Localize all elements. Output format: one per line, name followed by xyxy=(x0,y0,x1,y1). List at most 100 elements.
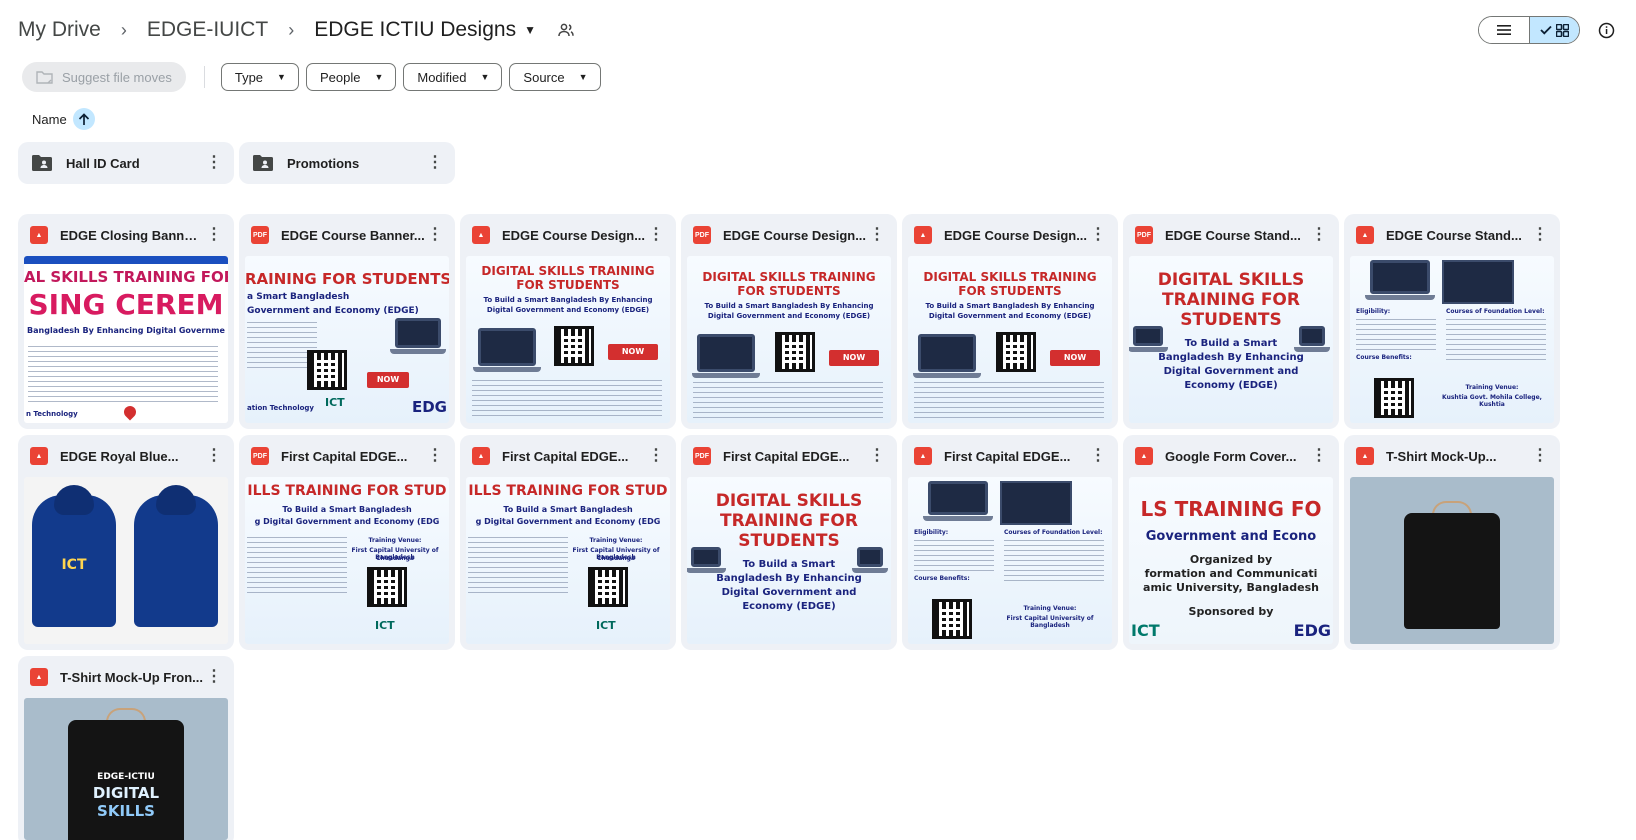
current-folder-name: EDGE ICTIU Designs xyxy=(314,18,517,41)
file-card[interactable]: ▲ T-Shirt Mock-Up Fron... ⋮ EDGE-ICTIU DIG… xyxy=(18,656,234,840)
file-card[interactable]: ▲ EDGE Course Design... ⋮ DIGITAL SKILLS T… xyxy=(902,214,1118,429)
image-file-icon: ▲ xyxy=(30,447,48,465)
suggest-label: Suggest file moves xyxy=(62,69,172,85)
more-vert-icon[interactable]: ⋮ xyxy=(1530,446,1550,466)
file-name: Google Form Cover... xyxy=(1165,448,1297,464)
file-name: EDGE Course Design... xyxy=(944,227,1088,243)
file-name: First Capital EDGE... xyxy=(281,448,408,464)
pdf-file-icon: PDF xyxy=(251,226,269,244)
thumb-text: NOW xyxy=(367,372,409,388)
breadcrumb: My Drive › EDGE-IUICT › EDGE ICTIU Desig… xyxy=(18,14,576,46)
thumb-text: g Digital Government and Economy (EDG xyxy=(475,517,661,526)
more-vert-icon[interactable]: ⋮ xyxy=(1530,225,1550,245)
thumb-text: DIGITAL SKILLS xyxy=(715,491,863,511)
thumb-text: TRAINING FOR xyxy=(1162,290,1300,310)
thumb-text: NOW xyxy=(608,344,658,360)
thumb-text: ICT xyxy=(61,557,87,573)
arrow-up-icon[interactable] xyxy=(72,108,95,130)
thumb-text: First Capital University of Bangladesh xyxy=(1006,615,1094,629)
list-view-button[interactable] xyxy=(1479,17,1529,43)
more-vert-icon[interactable]: ⋮ xyxy=(425,153,445,173)
view-controls xyxy=(1478,16,1618,44)
folder-item[interactable]: Hall ID Card ⋮ xyxy=(18,142,234,184)
file-card[interactable]: PDF EDGE Course Design... ⋮ DIGITAL SKILLS… xyxy=(681,214,897,429)
thumb-text: Course Benefits: xyxy=(914,575,970,582)
more-vert-icon[interactable]: ⋮ xyxy=(204,446,224,466)
thumb-text: To Build a Smart Bangladesh By Enhancing xyxy=(483,296,653,304)
thumb-text: Digital Government and xyxy=(721,587,857,598)
shared-folder-icon xyxy=(253,155,273,171)
more-vert-icon[interactable]: ⋮ xyxy=(425,225,445,245)
info-icon[interactable] xyxy=(1594,18,1618,42)
file-thumbnail: DIGITAL SKILLS TRAINING FOR STUDENTS To … xyxy=(1129,256,1333,423)
filter-source-chip[interactable]: Source ▼ xyxy=(509,63,601,91)
folder-item[interactable]: Promotions ⋮ xyxy=(239,142,455,184)
more-vert-icon[interactable]: ⋮ xyxy=(204,667,224,687)
more-vert-icon[interactable]: ⋮ xyxy=(867,446,887,466)
thumb-text: Digital Government and Economy (EDGE) xyxy=(486,306,650,314)
file-name: EDGE Course Banner... xyxy=(281,227,425,243)
breadcrumb-edge-iuict[interactable]: EDGE-IUICT xyxy=(147,14,268,46)
more-vert-icon[interactable]: ⋮ xyxy=(867,225,887,245)
filter-people-chip[interactable]: People ▼ xyxy=(305,63,397,91)
suggest-file-moves-button[interactable]: Suggest file moves xyxy=(22,62,186,92)
more-vert-icon[interactable]: ⋮ xyxy=(204,225,224,245)
file-thumbnail: DIGITAL SKILLS TRAINING FOR STUDENTS To … xyxy=(466,256,670,423)
thumb-text: ILLS TRAINING FOR STUD xyxy=(468,483,668,499)
thumb-text: Training Venue: xyxy=(368,537,422,544)
chip-label: Type xyxy=(234,69,264,85)
file-card[interactable]: ▲ EDGE Royal Blue... ⋮ ICT xyxy=(18,435,234,650)
caret-down-icon: ▼ xyxy=(524,23,536,37)
file-name: EDGE Royal Blue... xyxy=(60,448,179,464)
file-name: EDGE Closing Banner... xyxy=(60,227,204,243)
file-card[interactable]: PDF First Capital EDGE... ⋮ ILLS TRAINING … xyxy=(239,435,455,650)
thumb-text: a Smart Bangladesh xyxy=(247,292,350,302)
more-vert-icon[interactable]: ⋮ xyxy=(1309,225,1329,245)
file-name: First Capital EDGE... xyxy=(944,448,1071,464)
file-card[interactable]: ▲ Google Form Cover... ⋮ LS TRAINING FO Go… xyxy=(1123,435,1339,650)
file-card[interactable]: ▲ First Capital EDGE... ⋮ Eligibility: Cou… xyxy=(902,435,1118,650)
thumb-text: Sponsored by xyxy=(1188,605,1274,618)
header: My Drive › EDGE-IUICT › EDGE ICTIU Desig… xyxy=(18,10,1618,50)
thumb-text: Digital Government and xyxy=(1163,366,1299,377)
file-card[interactable]: PDF First Capital EDGE... ⋮ DIGITAL SKILLS… xyxy=(681,435,897,650)
more-vert-icon[interactable]: ⋮ xyxy=(1309,446,1329,466)
thumb-text: Training Venue: xyxy=(1023,605,1077,612)
thumb-text: Courses of Foundation Level: xyxy=(1004,529,1103,536)
chip-label: People xyxy=(319,69,361,85)
file-card[interactable]: PDF EDGE Course Stand... ⋮ DIGITAL SKILLS … xyxy=(1123,214,1339,429)
thumb-text: NOW xyxy=(1050,350,1100,366)
file-card[interactable]: ▲ First Capital EDGE... ⋮ ILLS TRAINING FO… xyxy=(460,435,676,650)
people-icon[interactable] xyxy=(556,20,576,40)
check-icon xyxy=(1540,25,1552,35)
breadcrumb-current-folder[interactable]: EDGE ICTIU Designs ▼ xyxy=(314,14,536,46)
thumb-text: Bangladesh By Enhancing Digital Governme xyxy=(27,326,225,335)
chevron-right-icon: › xyxy=(288,19,295,40)
grid-view-button[interactable] xyxy=(1529,17,1579,43)
file-thumbnail: ILLS TRAINING FOR STUD To Build a Smart … xyxy=(245,477,449,644)
file-name: EDGE Course Design... xyxy=(502,227,646,243)
file-card[interactable]: PDF EDGE Course Banner... ⋮ RAINING FOR ST… xyxy=(239,214,455,429)
file-card[interactable]: ▲ EDGE Course Stand... ⋮ Eligibility: Cour… xyxy=(1344,214,1560,429)
breadcrumb-my-drive[interactable]: My Drive xyxy=(18,14,101,46)
thumb-text: SING CEREM xyxy=(28,288,224,321)
filter-modified-chip[interactable]: Modified ▼ xyxy=(403,63,503,91)
thumb-text: Economy (EDGE) xyxy=(742,601,836,612)
thumb-text: DIGITAL xyxy=(92,784,160,802)
more-vert-icon[interactable]: ⋮ xyxy=(204,153,224,173)
more-vert-icon[interactable]: ⋮ xyxy=(1088,225,1108,245)
file-card[interactable]: ▲ T-Shirt Mock-Up... ⋮ xyxy=(1344,435,1560,650)
thumb-text: Digital Government and Economy (EDGE) xyxy=(707,312,871,320)
sort-by-name[interactable]: Name xyxy=(32,108,95,130)
more-vert-icon[interactable]: ⋮ xyxy=(425,446,445,466)
file-card[interactable]: ▲ EDGE Closing Banner... ⋮ AL SKILLS TRAIN… xyxy=(18,214,234,429)
more-vert-icon[interactable]: ⋮ xyxy=(646,446,666,466)
thumb-text: DIGITAL SKILLS TRAINING xyxy=(702,270,876,284)
file-card[interactable]: ▲ EDGE Course Design... ⋮ DIGITAL SKILLS T… xyxy=(460,214,676,429)
thumb-text: Bangladesh By Enhancing xyxy=(1158,352,1304,363)
thumb-text: EDG xyxy=(1293,621,1331,640)
filter-type-chip[interactable]: Type ▼ xyxy=(220,63,299,91)
more-vert-icon[interactable]: ⋮ xyxy=(646,225,666,245)
more-vert-icon[interactable]: ⋮ xyxy=(1088,446,1108,466)
thumb-text: AL SKILLS TRAINING FOR STU xyxy=(24,268,228,286)
